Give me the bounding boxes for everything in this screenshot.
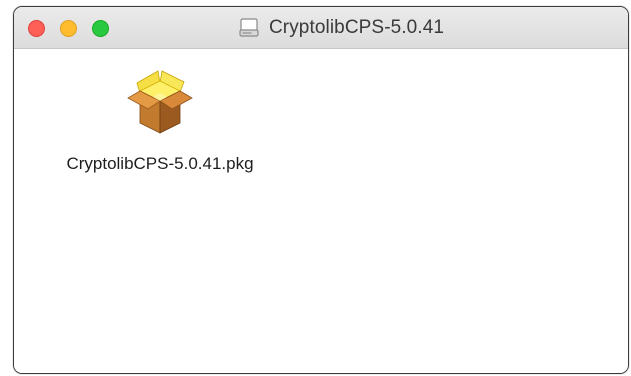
file-item[interactable]: CryptolibCPS-5.0.41.pkg bbox=[40, 61, 280, 174]
file-name-label: CryptolibCPS-5.0.41.pkg bbox=[66, 154, 254, 173]
window-title-group: CryptolibCPS-5.0.41 bbox=[14, 7, 628, 49]
disk-image-icon bbox=[239, 18, 259, 37]
file-browser-area[interactable]: CryptolibCPS-5.0.41.pkg bbox=[14, 49, 628, 373]
finder-window: CryptolibCPS-5.0.41 CryptolibCPS-5.0.41.… bbox=[13, 6, 629, 374]
desktop: CryptolibCPS-5.0.41 CryptolibCPS-5.0.41.… bbox=[0, 0, 631, 376]
window-title: CryptolibCPS-5.0.41 bbox=[268, 17, 445, 38]
package-icon[interactable] bbox=[120, 61, 200, 139]
title-bar[interactable]: CryptolibCPS-5.0.41 bbox=[14, 7, 628, 49]
